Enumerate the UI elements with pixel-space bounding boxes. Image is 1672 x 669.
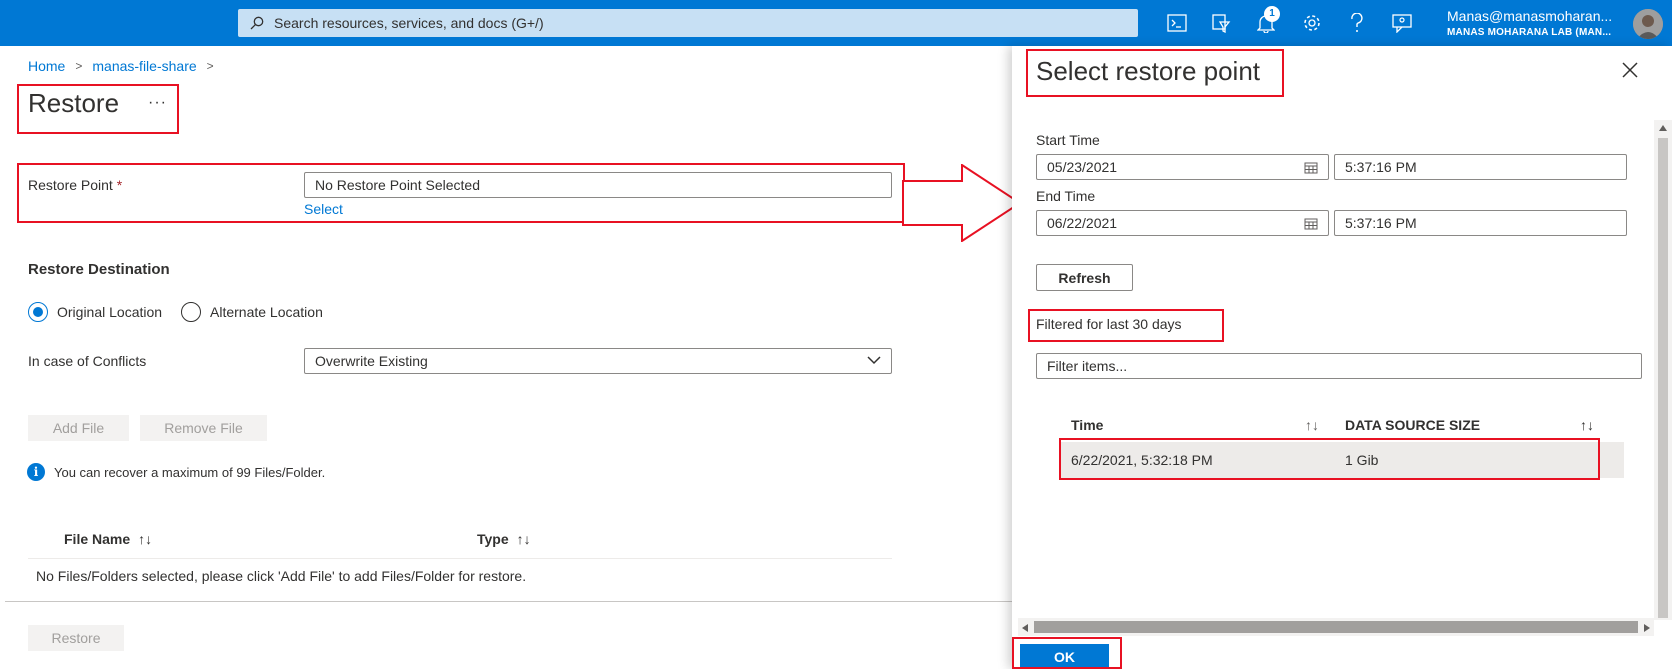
feedback-icon[interactable]	[1391, 12, 1413, 34]
breadcrumb-home[interactable]: Home	[28, 58, 65, 74]
search-input[interactable]	[274, 15, 1094, 31]
horizontal-scrollbar[interactable]	[1018, 618, 1654, 636]
breadcrumb-resource[interactable]: manas-file-share	[92, 58, 196, 74]
footer-divider	[5, 601, 1012, 602]
directory-filter-icon[interactable]	[1210, 12, 1232, 34]
filter-items-input[interactable]: Filter items...	[1036, 353, 1642, 379]
chevron-right-icon: >	[206, 59, 214, 73]
refresh-button[interactable]: Refresh	[1036, 264, 1133, 291]
column-header-file-name[interactable]: File Name ↑↓	[64, 531, 152, 547]
restore-destination-heading: Restore Destination	[28, 261, 170, 278]
conflicts-dropdown[interactable]: Overwrite Existing	[304, 348, 892, 374]
column-header-time[interactable]: Time	[1071, 417, 1103, 433]
info-message: You can recover a maximum of 99 Files/Fo…	[54, 465, 326, 480]
account-tenant: MANAS MOHARANA LAB (MAN...	[1447, 27, 1612, 38]
start-time-input[interactable]: 5:37:16 PM	[1334, 154, 1627, 180]
sort-icon[interactable]: ↑↓	[1580, 417, 1594, 433]
column-header-type[interactable]: Type ↑↓	[477, 531, 531, 547]
sort-icon[interactable]: ↑↓	[1305, 417, 1319, 433]
alternate-location-label[interactable]: Alternate Location	[210, 304, 323, 320]
annotation-box-filtered	[1028, 309, 1224, 342]
cloud-shell-icon[interactable]	[1166, 12, 1188, 34]
remove-file-button[interactable]: Remove File	[140, 415, 267, 441]
breadcrumb: Home > manas-file-share >	[28, 58, 214, 74]
horizontal-scroll-thumb[interactable]	[1034, 621, 1638, 633]
annotation-box-row	[1059, 438, 1600, 480]
global-search[interactable]	[238, 9, 1138, 37]
annotation-box-title	[17, 84, 179, 134]
empty-files-message: No Files/Folders selected, please click …	[36, 568, 527, 584]
info-icon: i	[27, 463, 45, 481]
start-time-label: Start Time	[1036, 132, 1100, 148]
sort-icon: ↑↓	[516, 531, 531, 547]
start-date-input[interactable]: 05/23/2021	[1036, 154, 1329, 180]
avatar[interactable]	[1633, 9, 1663, 39]
end-date-value: 06/22/2021	[1047, 215, 1118, 231]
settings-gear-icon[interactable]	[1301, 12, 1323, 34]
end-time-input[interactable]: 5:37:16 PM	[1334, 210, 1627, 236]
annotation-box-ok	[1012, 637, 1122, 669]
vertical-scroll-thumb[interactable]	[1658, 138, 1668, 618]
table-divider	[28, 558, 892, 559]
conflicts-label: In case of Conflicts	[28, 353, 147, 369]
select-restore-point-panel: Select restore point Start Time 05/23/20…	[1012, 46, 1672, 669]
original-location-radio[interactable]	[28, 302, 48, 322]
add-file-button[interactable]: Add File	[28, 415, 129, 441]
sort-icon: ↑↓	[138, 531, 153, 547]
type-header-text: Type	[477, 531, 509, 547]
account-menu[interactable]: Manas@manasmoharan... MANAS MOHARANA LAB…	[1447, 8, 1612, 38]
account-user: Manas@manasmoharan...	[1447, 8, 1613, 24]
annotation-box-restore-point	[17, 163, 905, 223]
column-header-data-source-size[interactable]: DATA SOURCE SIZE	[1345, 417, 1480, 433]
alternate-location-radio[interactable]	[181, 302, 201, 322]
chevron-right-icon: >	[75, 59, 83, 73]
vertical-scrollbar[interactable]	[1654, 120, 1672, 620]
notifications-badge: 1	[1264, 6, 1280, 22]
original-location-label[interactable]: Original Location	[57, 304, 162, 320]
file-name-header-text: File Name	[64, 531, 131, 547]
annotation-box-panel-title	[1026, 49, 1284, 97]
calendar-icon[interactable]	[1304, 217, 1318, 230]
annotation-arrow	[902, 164, 1022, 242]
end-time-label: End Time	[1036, 188, 1096, 204]
close-icon[interactable]	[1622, 58, 1638, 84]
conflicts-value: Overwrite Existing	[315, 353, 428, 369]
restore-button[interactable]: Restore	[28, 625, 124, 651]
search-icon	[250, 16, 264, 30]
top-bar: 1 Manas@manasmoharan... MANAS MOHARANA L…	[0, 0, 1672, 46]
end-date-input[interactable]: 06/22/2021	[1036, 210, 1329, 236]
chevron-down-icon	[867, 356, 881, 365]
help-icon[interactable]	[1346, 12, 1368, 34]
calendar-icon[interactable]	[1304, 161, 1318, 174]
start-date-value: 05/23/2021	[1047, 159, 1118, 175]
